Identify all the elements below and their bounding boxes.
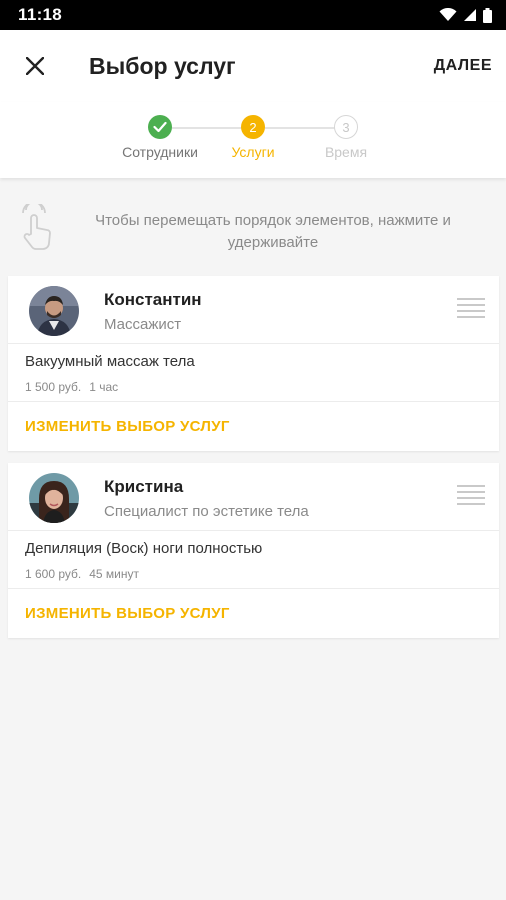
- touch-hold-icon: [22, 204, 51, 250]
- step-services: 2 Услуги: [203, 115, 303, 160]
- step-label: Услуги: [231, 144, 275, 160]
- step-employees: Сотрудники: [110, 115, 210, 160]
- avatar: [29, 473, 79, 523]
- step-number: 2: [241, 115, 265, 139]
- reorder-hint: Чтобы перемещать порядок элементов, нажм…: [0, 198, 506, 260]
- wifi-icon: [439, 8, 457, 21]
- battery-icon: [483, 7, 492, 23]
- page-title: Выбор услуг: [89, 52, 236, 79]
- avatar: [29, 286, 79, 336]
- check-icon: [153, 121, 167, 133]
- step-done-indicator: [148, 115, 172, 139]
- close-button[interactable]: [0, 30, 70, 102]
- employee-header: Кристина Специалист по эстетике тела: [8, 463, 499, 531]
- step-time: 3 Время: [296, 115, 396, 160]
- service-name: Вакуумный массаж тела: [25, 353, 195, 370]
- drag-handle-icon[interactable]: [457, 298, 485, 320]
- step-label: Время: [324, 144, 368, 160]
- service-item: Депиляция (Воск) ноги полностью 1 600 ру…: [8, 531, 499, 589]
- stepper: Сотрудники 2 Услуги 3 Время: [0, 102, 506, 178]
- step-number: 3: [334, 115, 358, 139]
- change-services-button[interactable]: ИЗМЕНИТЬ ВЫБОР УСЛУГ: [25, 605, 230, 622]
- signal-icon: [464, 9, 476, 21]
- service-name: Депиляция (Воск) ноги полностью: [25, 540, 263, 557]
- service-duration: 45 минут: [89, 567, 140, 581]
- service-price: 1 500 руб.: [25, 380, 82, 394]
- service-duration: 1 час: [89, 380, 119, 394]
- employee-role: Специалист по эстетике тела: [104, 503, 309, 520]
- service-item: Вакуумный массаж тела 1 500 руб. 1 час: [8, 344, 499, 402]
- employee-card: Кристина Специалист по эстетике тела Деп…: [8, 463, 499, 638]
- employee-name: Кристина: [104, 477, 184, 496]
- change-services-button[interactable]: ИЗМЕНИТЬ ВЫБОР УСЛУГ: [25, 418, 230, 435]
- status-icons: [439, 7, 492, 23]
- status-time: 11:18: [18, 5, 63, 24]
- drag-handle-icon[interactable]: [457, 485, 485, 507]
- hint-text: Чтобы перемещать порядок элементов, нажм…: [95, 212, 451, 251]
- employee-role: Массажист: [104, 316, 182, 333]
- next-button[interactable]: ДАЛЕЕ: [434, 57, 492, 75]
- employee-card: Константин Массажист Вакуумный массаж те…: [8, 276, 499, 451]
- employee-header: Константин Массажист: [8, 276, 499, 344]
- app-bar: Выбор услуг ДАЛЕЕ: [0, 30, 506, 102]
- service-price: 1 600 руб.: [25, 567, 82, 581]
- step-label: Сотрудники: [122, 144, 198, 160]
- service-meta: 1 500 руб. 1 час: [25, 380, 118, 394]
- employee-name: Константин: [104, 290, 202, 309]
- close-icon: [26, 57, 44, 75]
- status-bar: 11:18: [0, 0, 506, 30]
- service-meta: 1 600 руб. 45 минут: [25, 567, 139, 581]
